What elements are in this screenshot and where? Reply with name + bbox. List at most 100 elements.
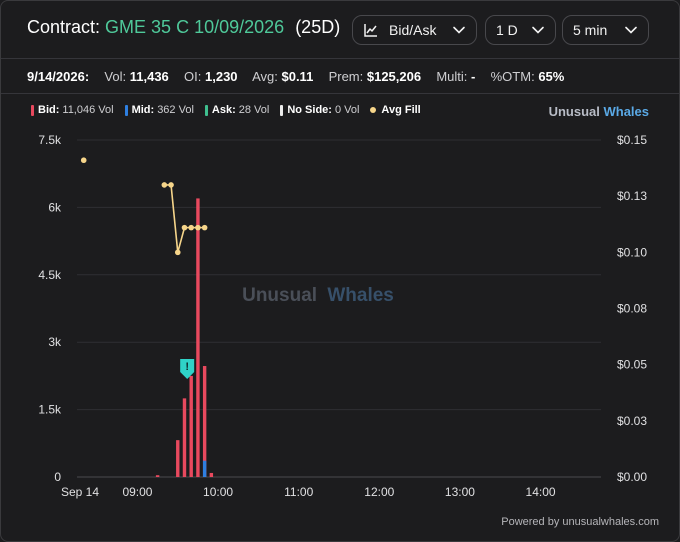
legend-value: 11,046 Vol [62, 104, 114, 116]
avg-fill-point [161, 182, 168, 188]
prem-label: Prem: [328, 69, 364, 84]
header-divider [1, 58, 679, 59]
left-axis-tick-label: 7.5k [38, 133, 62, 147]
legend-name: Mid: [131, 104, 155, 116]
chart-legend: Bid: 11,046 Vol Mid: 362 Vol Ask: 28 Vol… [31, 104, 435, 116]
days-to-expiry: (25D) [295, 17, 341, 37]
contract-symbol[interactable]: GME 35 C 10/09/2026 [105, 17, 284, 37]
header: Contract: GME 35 C 10/09/2026 (25D) Bid/… [1, 1, 679, 59]
right-axis-tick-label: $0.00 [617, 470, 647, 484]
avg-value: $0.11 [281, 69, 314, 84]
right-axis-tick-label: $0.08 [617, 302, 647, 316]
stats-bar: 9/14/2026: Vol: 11,436 OI: 1,230 Avg: $0… [27, 69, 564, 84]
mid-volume-bar [202, 460, 207, 477]
legend-value: 28 Vol [238, 104, 270, 116]
avg-fill-point [80, 157, 87, 164]
x-axis-tick-label: 14:00 [526, 485, 556, 499]
x-axis-tick-label: 09:00 [122, 485, 152, 499]
contract-label: Contract: [27, 17, 101, 37]
avg-fill-point [168, 182, 174, 188]
avg-fill-point [195, 224, 201, 231]
right-axis-tick-label: $0.15 [617, 133, 647, 147]
left-y-axis: 0 1.5k 3k 4.5k 6k 7.5k [38, 133, 62, 484]
legend-item-avg-fill[interactable]: Avg Fill [370, 104, 423, 116]
avg-fill-point [201, 224, 208, 231]
time-range-label: 1 D [496, 22, 518, 38]
left-axis-tick-label: 6k [48, 200, 62, 214]
oi-label: OI: [184, 69, 202, 84]
bid-ask-mode-label: Bid/Ask [389, 22, 437, 38]
otm-value: 65% [538, 69, 565, 84]
vol-label: Vol: [104, 69, 127, 84]
brand-word-1: Unusual [548, 104, 600, 119]
interval-dropdown[interactable]: 5 min [562, 15, 649, 45]
vol-value: 11,436 [129, 69, 169, 84]
watermark: Unusual Whales [242, 285, 394, 306]
bid-volume-bar [176, 440, 180, 477]
grid-lines [77, 139, 601, 478]
annotation-marker-label: ! [185, 361, 189, 373]
otm-label: %OTM: [490, 69, 535, 84]
bid-volume-bar [182, 398, 187, 477]
legend-name: Bid: [38, 104, 60, 116]
right-y-axis: $0.00 $0.03 $0.05 $0.08 $0.10 $0.13 $0.15 [617, 133, 647, 484]
x-axis: Sep 14 09:00 10:00 11:00 12:00 13:00 14:00 [61, 485, 556, 499]
brand-logo: Unusual Whales [549, 104, 649, 119]
chevron-down-icon [453, 26, 465, 34]
legend-value: 0 Vol [334, 104, 360, 116]
time-range-dropdown[interactable]: 1 D [485, 15, 556, 45]
legend-item-bid[interactable]: Bid: 11,046 Vol [31, 104, 114, 116]
multi-value: - [471, 69, 476, 84]
bid-volume-bar [189, 375, 193, 477]
bid-volume-bar [202, 366, 207, 477]
contract-title: Contract: GME 35 C 10/09/2026 (25D) [27, 17, 340, 38]
bid-ask-mode-dropdown[interactable]: Bid/Ask [352, 15, 477, 45]
x-axis-tick-label: 13:00 [445, 485, 475, 499]
oi-value: 1,230 [205, 69, 238, 84]
left-axis-tick-label: 3k [48, 335, 62, 349]
legend-value: 362 Vol [157, 104, 194, 116]
left-axis-tick-label: 4.5k [38, 268, 62, 282]
chevron-down-icon [532, 26, 544, 34]
right-axis-tick-label: $0.10 [617, 245, 647, 259]
right-axis-tick-label: $0.05 [617, 358, 647, 372]
line-chart-icon [364, 24, 377, 37]
stats-date: 9/14/2026: [27, 69, 90, 84]
avg-fill-series [80, 157, 208, 256]
bid-volume-bar [196, 198, 200, 477]
legend-item-no-side[interactable]: No Side: 0 Vol [280, 104, 359, 116]
prem-value: $125,206 [366, 69, 422, 84]
volume-chart[interactable]: Unusual Whales 0 1.5k 3k 4.5k 6k 7.5k $0.00 $0… [1, 121, 679, 506]
legend-swatch-mid [124, 104, 128, 116]
x-axis-tick-label: 11:00 [284, 485, 313, 499]
bid-volume-bar [209, 472, 214, 477]
multi-label: Multi: [436, 69, 468, 84]
left-axis-tick-label: 0 [54, 470, 61, 484]
watermark-word-2: Whales [327, 285, 394, 306]
stats-divider [1, 93, 679, 94]
legend-name: No Side: [287, 104, 332, 116]
interval-label: 5 min [573, 22, 608, 38]
chart-panel: Contract: GME 35 C 10/09/2026 (25D) Bid/… [0, 0, 680, 542]
volume-bars [155, 198, 214, 477]
legend-item-mid[interactable]: Mid: 362 Vol [124, 104, 194, 116]
powered-by-footer[interactable]: Powered by unusualwhales.com [501, 516, 659, 528]
watermark-word-1: Unusual [242, 285, 317, 306]
left-axis-tick-label: 1.5k [38, 403, 62, 417]
legend-swatch-avg-fill [370, 107, 377, 113]
x-axis-tick-label: 10:00 [203, 485, 233, 499]
x-axis-tick-label: Sep 14 [61, 485, 99, 499]
legend-swatch-ask [204, 104, 208, 116]
avg-label: Avg: [252, 69, 278, 84]
x-axis-tick-label: 12:00 [364, 485, 394, 499]
avg-fill-point [174, 249, 181, 256]
legend-item-ask[interactable]: Ask: 28 Vol [204, 104, 270, 116]
right-axis-tick-label: $0.03 [617, 414, 647, 428]
bid-volume-bar [155, 475, 160, 477]
brand-word-2: Whales [603, 104, 649, 119]
chevron-down-icon [625, 26, 637, 34]
avg-fill-point [181, 224, 188, 231]
legend-name: Avg Fill [381, 104, 421, 116]
avg-fill-point [188, 224, 195, 231]
legend-swatch-bid [31, 104, 34, 116]
